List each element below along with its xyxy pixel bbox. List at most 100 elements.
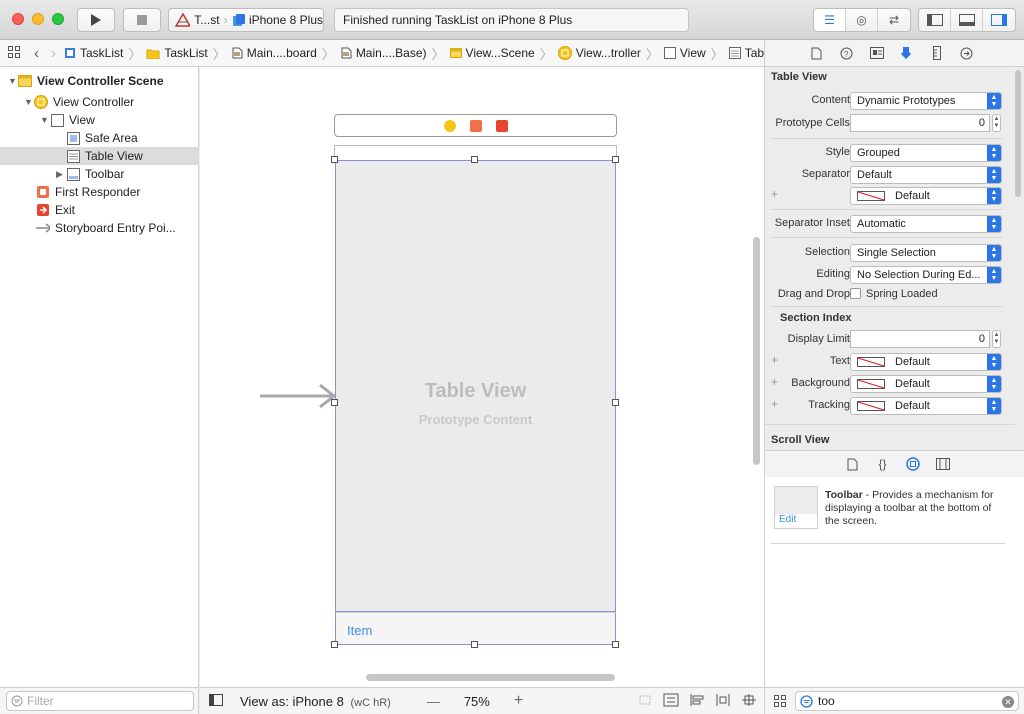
tracking-color-popup[interactable]: Default ▲ ▼ (850, 397, 1002, 415)
forward-arrow-icon[interactable]: › (45, 45, 62, 62)
close-window-button[interactable] (12, 13, 24, 25)
connections-inspector-icon[interactable] (959, 46, 974, 61)
disclosure-open-icon[interactable]: ▼ (24, 97, 34, 107)
scheme-selector[interactable]: T...st › iPhone 8 Plus (168, 8, 324, 32)
display-limit-stepper[interactable]: ▲ ▼ (992, 330, 1001, 348)
add-variation-button[interactable]: + (771, 187, 778, 201)
resize-handle[interactable] (331, 641, 338, 648)
disclosure-open-icon[interactable]: ▼ (8, 76, 18, 86)
resize-handle[interactable] (331, 399, 338, 406)
code-snippet-library-icon[interactable]: {} (875, 457, 890, 472)
stop-button[interactable] (123, 8, 161, 32)
run-button[interactable] (77, 8, 115, 32)
standard-editor-icon[interactable]: ☰ (814, 9, 846, 31)
entry-point-arrow-icon[interactable] (260, 383, 336, 409)
quick-help-icon[interactable]: ? (839, 46, 854, 61)
navigator-toggle-icon[interactable] (919, 9, 951, 31)
outline-item-exit[interactable]: Exit (0, 201, 199, 219)
prototype-cells-stepper[interactable]: ▲ ▼ (992, 114, 1001, 132)
resize-handle[interactable] (612, 156, 619, 163)
clear-search-icon[interactable]: ✕ (1002, 696, 1014, 708)
media-library-icon[interactable] (935, 457, 950, 472)
library-search-input[interactable]: too ✕ (795, 691, 1019, 711)
add-variation-button[interactable]: + (771, 353, 778, 367)
outline-toggle-icon[interactable] (209, 693, 223, 709)
exit-dock-icon[interactable] (495, 119, 508, 132)
breadcrumb-view[interactable]: View (662, 46, 708, 60)
scene-dock[interactable] (334, 114, 617, 137)
zoom-window-button[interactable] (52, 13, 64, 25)
content-popup[interactable]: Dynamic Prototypes ▲ ▼ (850, 92, 1002, 110)
style-popup[interactable]: Grouped ▲ ▼ (850, 144, 1002, 162)
view-controller-dock-icon[interactable] (443, 119, 456, 132)
minimize-window-button[interactable] (32, 13, 44, 25)
zoom-out-button[interactable]: — (427, 694, 440, 709)
outline-item-toolbar[interactable]: ▶ Toolbar (0, 165, 199, 183)
disclosure-closed-icon[interactable]: ▶ (56, 169, 66, 180)
back-arrow-icon[interactable]: ‹ (28, 45, 45, 62)
identity-inspector-icon[interactable] (869, 46, 884, 61)
add-variation-button[interactable]: + (771, 375, 778, 389)
outline-item-storyboard-entry[interactable]: Storyboard Entry Poi... (0, 219, 199, 237)
grid-view-icon[interactable] (774, 695, 786, 710)
outline-filter-input[interactable]: Filter (6, 691, 194, 711)
breadcrumb-table-view[interactable]: Table View (727, 46, 764, 60)
prototype-cells-field[interactable]: 0 (850, 114, 990, 132)
outline-item-safe-area[interactable]: Safe Area (0, 129, 199, 147)
separator-popup[interactable]: Default ▲ ▼ (850, 166, 1002, 184)
zoom-level[interactable]: 75% (464, 694, 490, 709)
edit-button[interactable]: Edit (775, 514, 817, 528)
first-responder-dock-icon[interactable] (469, 119, 482, 132)
breadcrumb-group[interactable]: TaskList (144, 46, 209, 60)
breadcrumb-base-storyboard[interactable]: Main....Base) (338, 46, 429, 60)
breadcrumb-project[interactable]: TaskList (62, 46, 125, 60)
zoom-in-button[interactable]: + (514, 692, 523, 710)
size-inspector-icon[interactable] (929, 46, 944, 61)
editing-popup[interactable]: No Selection During Ed... ▲ ▼ (850, 266, 1002, 284)
outline-item-view[interactable]: ▼ View (0, 111, 199, 129)
disclosure-open-icon[interactable]: ▼ (40, 115, 50, 125)
debug-area-toggle-icon[interactable] (951, 9, 983, 31)
inspector-scrollbar[interactable] (1015, 70, 1021, 197)
outline-item-scene[interactable]: ▼ View Controller Scene (0, 72, 199, 90)
resolve-layout-issues-icon[interactable] (741, 693, 757, 710)
text-color-popup[interactable]: Default ▲ ▼ (850, 353, 1002, 371)
resize-handle[interactable] (471, 641, 478, 648)
spring-loaded-checkbox[interactable] (850, 288, 861, 299)
utilities-toggle-icon[interactable] (983, 9, 1015, 31)
breadcrumb-scene[interactable]: View...Scene (448, 46, 537, 60)
view-as-device-button[interactable]: View as: iPhone 8 (wC hR) (240, 694, 391, 709)
breadcrumb-storyboard[interactable]: Main....board (229, 46, 319, 60)
selection-popup[interactable]: Single Selection ▲ ▼ (850, 244, 1002, 262)
version-editor-icon[interactable]: ⇄ (878, 9, 910, 31)
resize-handle[interactable] (612, 399, 619, 406)
embed-in-stack-icon[interactable] (663, 693, 679, 710)
outline-item-view-controller[interactable]: ▼ View Controller (0, 93, 199, 111)
display-limit-field[interactable]: 0 (850, 330, 990, 348)
canvas-horizontal-scrollbar[interactable] (366, 674, 615, 681)
related-items-icon[interactable] (0, 45, 28, 61)
separator-inset-popup[interactable]: Automatic ▲ ▼ (850, 215, 1002, 233)
resize-handle[interactable] (612, 641, 619, 648)
separator-color-popup[interactable]: Default ▲ ▼ (850, 187, 1002, 205)
attributes-inspector-icon[interactable] (899, 46, 914, 61)
file-template-library-icon[interactable] (845, 457, 860, 472)
background-color-popup[interactable]: Default ▲ ▼ (850, 375, 1002, 393)
assistant-editor-icon[interactable]: ◎ (846, 9, 878, 31)
resize-handle[interactable] (471, 156, 478, 163)
table-view[interactable]: Table View Prototype Content (335, 160, 616, 612)
align-icon[interactable] (689, 693, 705, 710)
add-constraints-icon[interactable] (715, 693, 731, 710)
add-variation-button[interactable]: + (771, 397, 778, 411)
toolbar-item-button[interactable]: Item (347, 623, 372, 638)
outline-item-first-responder[interactable]: First Responder (0, 183, 199, 201)
update-frames-icon[interactable] (637, 693, 653, 710)
breadcrumb-view-controller[interactable]: View...troller (556, 46, 643, 60)
canvas-vertical-scrollbar[interactable] (753, 237, 760, 465)
object-library-icon[interactable] (905, 457, 920, 472)
resize-handle[interactable] (331, 156, 338, 163)
text-color-value: Default (895, 356, 930, 368)
file-inspector-icon[interactable] (809, 46, 824, 61)
outline-item-table-view[interactable]: Table View (0, 147, 199, 165)
storyboard-canvas[interactable]: Table View Prototype Content Item (200, 67, 764, 687)
